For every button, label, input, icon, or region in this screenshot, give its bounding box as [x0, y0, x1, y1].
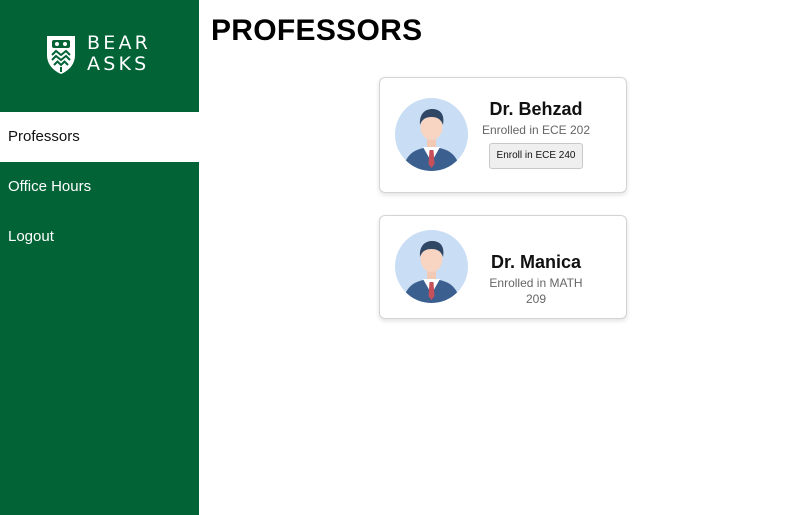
sidebar-nav: Professors Office Hours Logout: [0, 112, 199, 262]
professor-info: Dr. Manica Enrolled in MATH 209: [478, 251, 594, 307]
enroll-button[interactable]: Enroll in ECE 240: [488, 143, 584, 169]
brand-line-1: BEAR: [87, 32, 152, 54]
brand-line-2: ASKS: [87, 53, 150, 75]
professor-info: Dr. Behzad Enrolled in ECE 202 Enroll in…: [478, 98, 594, 169]
sidebar: BEAR ASKS Professors Office Hours Logout: [0, 0, 199, 515]
sidebar-item-professors[interactable]: Professors: [0, 112, 199, 162]
professor-name: Dr. Manica: [490, 252, 582, 272]
brand-name: BEAR ASKS: [87, 33, 151, 75]
professor-avatar-icon: [395, 98, 468, 171]
page-title: PROFESSORS: [211, 14, 423, 47]
brand-logo[interactable]: BEAR ASKS: [45, 33, 151, 75]
enrollment-status: Enrolled in MATH 209: [489, 276, 583, 306]
sidebar-item-logout[interactable]: Logout: [0, 212, 199, 262]
professor-name: Dr. Behzad: [489, 99, 583, 119]
professor-card: Dr. Behzad Enrolled in ECE 202 Enroll in…: [379, 77, 627, 193]
sidebar-item-office-hours[interactable]: Office Hours: [0, 162, 199, 212]
professor-card: Dr. Manica Enrolled in MATH 209: [379, 215, 627, 319]
enrollment-status: Enrolled in ECE 202: [481, 123, 591, 137]
shield-logo-icon: [47, 36, 75, 74]
professor-avatar-icon: [395, 230, 468, 303]
